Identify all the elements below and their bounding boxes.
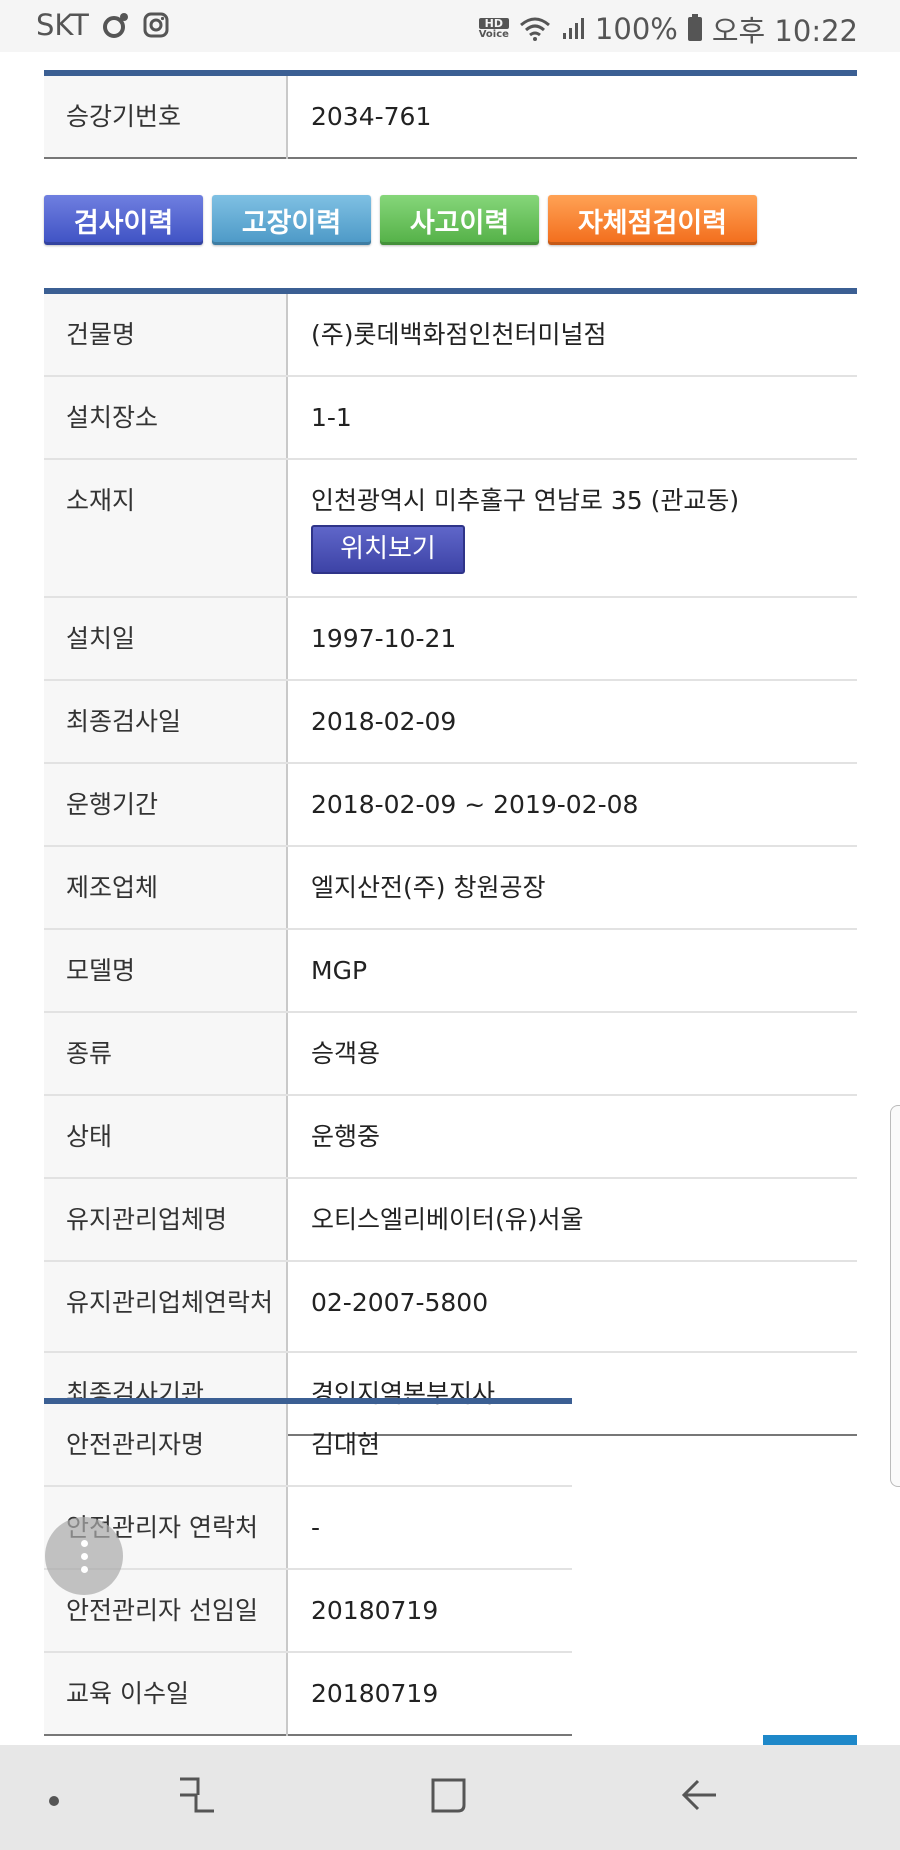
- manager-name-label: 안전관리자명: [44, 1401, 288, 1487]
- edge-panel-handle[interactable]: [890, 1105, 900, 1487]
- music-app-icon: [102, 12, 129, 38]
- clock: 오후 10:22: [711, 14, 858, 48]
- table-row: 제조업체 엘지산전(주) 창원공장: [44, 846, 857, 930]
- hd-voice-icon: HD Voice: [478, 17, 509, 40]
- last-inspection-label: 최종검사일: [44, 680, 288, 764]
- address-label: 소재지: [44, 459, 288, 598]
- instagram-icon: [143, 12, 169, 38]
- install-date-value: 1997-10-21: [287, 597, 857, 681]
- elevator-number-table: 승강기번호 2034-761: [44, 70, 857, 159]
- table-row: 상태 운행중: [44, 1095, 857, 1179]
- table-row: 안전관리자명 김대현: [44, 1401, 572, 1487]
- back-icon[interactable]: [680, 1775, 720, 1819]
- table-row: 소재지 인천광역시 미추홀구 연남로 35 (관교동) 위치보기: [44, 459, 857, 598]
- type-value: 승객용: [287, 1012, 857, 1096]
- manufacturer-label: 제조업체: [44, 846, 288, 930]
- state-label: 상태: [44, 1095, 288, 1179]
- manager-name-value: 김대현: [287, 1401, 572, 1487]
- battery-percent: 100%: [594, 12, 678, 46]
- elevator-info-table: 건물명 (주)롯데백화점인천터미널점 설치장소 1-1 소재지 인천광역시 미추…: [44, 288, 857, 1436]
- education-date-value: 20180719: [311, 1679, 439, 1708]
- view-location-button[interactable]: 위치보기: [311, 525, 465, 574]
- carrier-label: SKT: [36, 8, 89, 42]
- recent-apps-icon[interactable]: [178, 1775, 216, 1819]
- maintenance-company-value: 오티스엘리베이터(유)서울: [287, 1178, 857, 1262]
- maintenance-contact-label: 유지관리업체연락처: [44, 1261, 288, 1353]
- maintenance-company-label: 유지관리업체명: [44, 1178, 288, 1262]
- battery-icon: [687, 14, 702, 41]
- table-row: 안전관리자 선임일 20180719: [44, 1569, 572, 1653]
- state-value: 운행중: [287, 1095, 857, 1179]
- more-dots-icon: [80, 1539, 88, 1547]
- install-place-value: 1-1: [287, 376, 857, 460]
- nav-dot-icon[interactable]: [49, 1796, 59, 1806]
- building-name-value: (주)롯데백화점인천터미널점: [287, 291, 857, 377]
- appointment-date-value: 20180719: [287, 1569, 572, 1653]
- wifi-icon: [519, 16, 551, 42]
- table-row: 종류 승객용: [44, 1012, 857, 1096]
- elevator-number-label: 승강기번호: [44, 73, 288, 158]
- model-label: 모델명: [44, 929, 288, 1013]
- type-label: 종류: [44, 1012, 288, 1096]
- table-row: 승강기번호 2034-761: [44, 73, 857, 158]
- last-inspection-value: 2018-02-09: [287, 680, 857, 764]
- maintenance-contact-value: 02-2007-5800: [287, 1261, 857, 1353]
- table-row: 모델명 MGP: [44, 929, 857, 1013]
- system-nav-bar: [0, 1745, 900, 1850]
- table-row: 설치장소 1-1: [44, 376, 857, 460]
- operation-period-value: 2018-02-09 ~ 2019-02-08: [287, 763, 857, 847]
- manufacturer-value: 엘지산전(주) 창원공장: [287, 846, 857, 930]
- failure-history-button[interactable]: 고장이력: [212, 195, 371, 245]
- operation-period-label: 운행기간: [44, 763, 288, 847]
- table-row: 최종검사일 2018-02-09: [44, 680, 857, 764]
- home-icon[interactable]: [430, 1775, 468, 1819]
- signal-icon: [561, 17, 585, 41]
- manager-contact-value: -: [287, 1486, 572, 1570]
- self-check-history-button[interactable]: 자체점검이력: [548, 195, 757, 245]
- education-date-label: 교육 이수일: [44, 1652, 288, 1735]
- table-row: 유지관리업체연락처 02-2007-5800: [44, 1261, 857, 1353]
- table-row: 건물명 (주)롯데백화점인천터미널점: [44, 291, 857, 377]
- building-name-label: 건물명: [44, 291, 288, 377]
- safety-manager-table: 안전관리자명 김대현 안전관리자 연락처 - 안전관리자 선임일 2018071…: [44, 1398, 572, 1736]
- floating-menu-button[interactable]: [45, 1517, 123, 1595]
- table-row: 유지관리업체명 오티스엘리베이터(유)서울: [44, 1178, 857, 1262]
- status-bar: SKT HD Voice 100% 오후 10:22: [0, 0, 900, 52]
- table-row: 안전관리자 연락처 -: [44, 1486, 572, 1570]
- history-button-row: 검사이력 고장이력 사고이력 자체점검이력: [44, 195, 757, 245]
- model-value: MGP: [287, 929, 857, 1013]
- table-row: 운행기간 2018-02-09 ~ 2019-02-08: [44, 763, 857, 847]
- install-date-label: 설치일: [44, 597, 288, 681]
- address-value: 인천광역시 미추홀구 연남로 35 (관교동): [311, 486, 740, 515]
- accident-history-button[interactable]: 사고이력: [380, 195, 539, 245]
- elevator-number-value: 2034-761: [311, 102, 432, 131]
- inspection-history-button[interactable]: 검사이력: [44, 195, 203, 245]
- address-cell: 인천광역시 미추홀구 연남로 35 (관교동) 위치보기: [287, 459, 857, 598]
- table-row: 설치일 1997-10-21: [44, 597, 857, 681]
- install-place-label: 설치장소: [44, 376, 288, 460]
- page-element-partial: [763, 1735, 857, 1745]
- table-row: 교육 이수일 20180719: [44, 1652, 572, 1735]
